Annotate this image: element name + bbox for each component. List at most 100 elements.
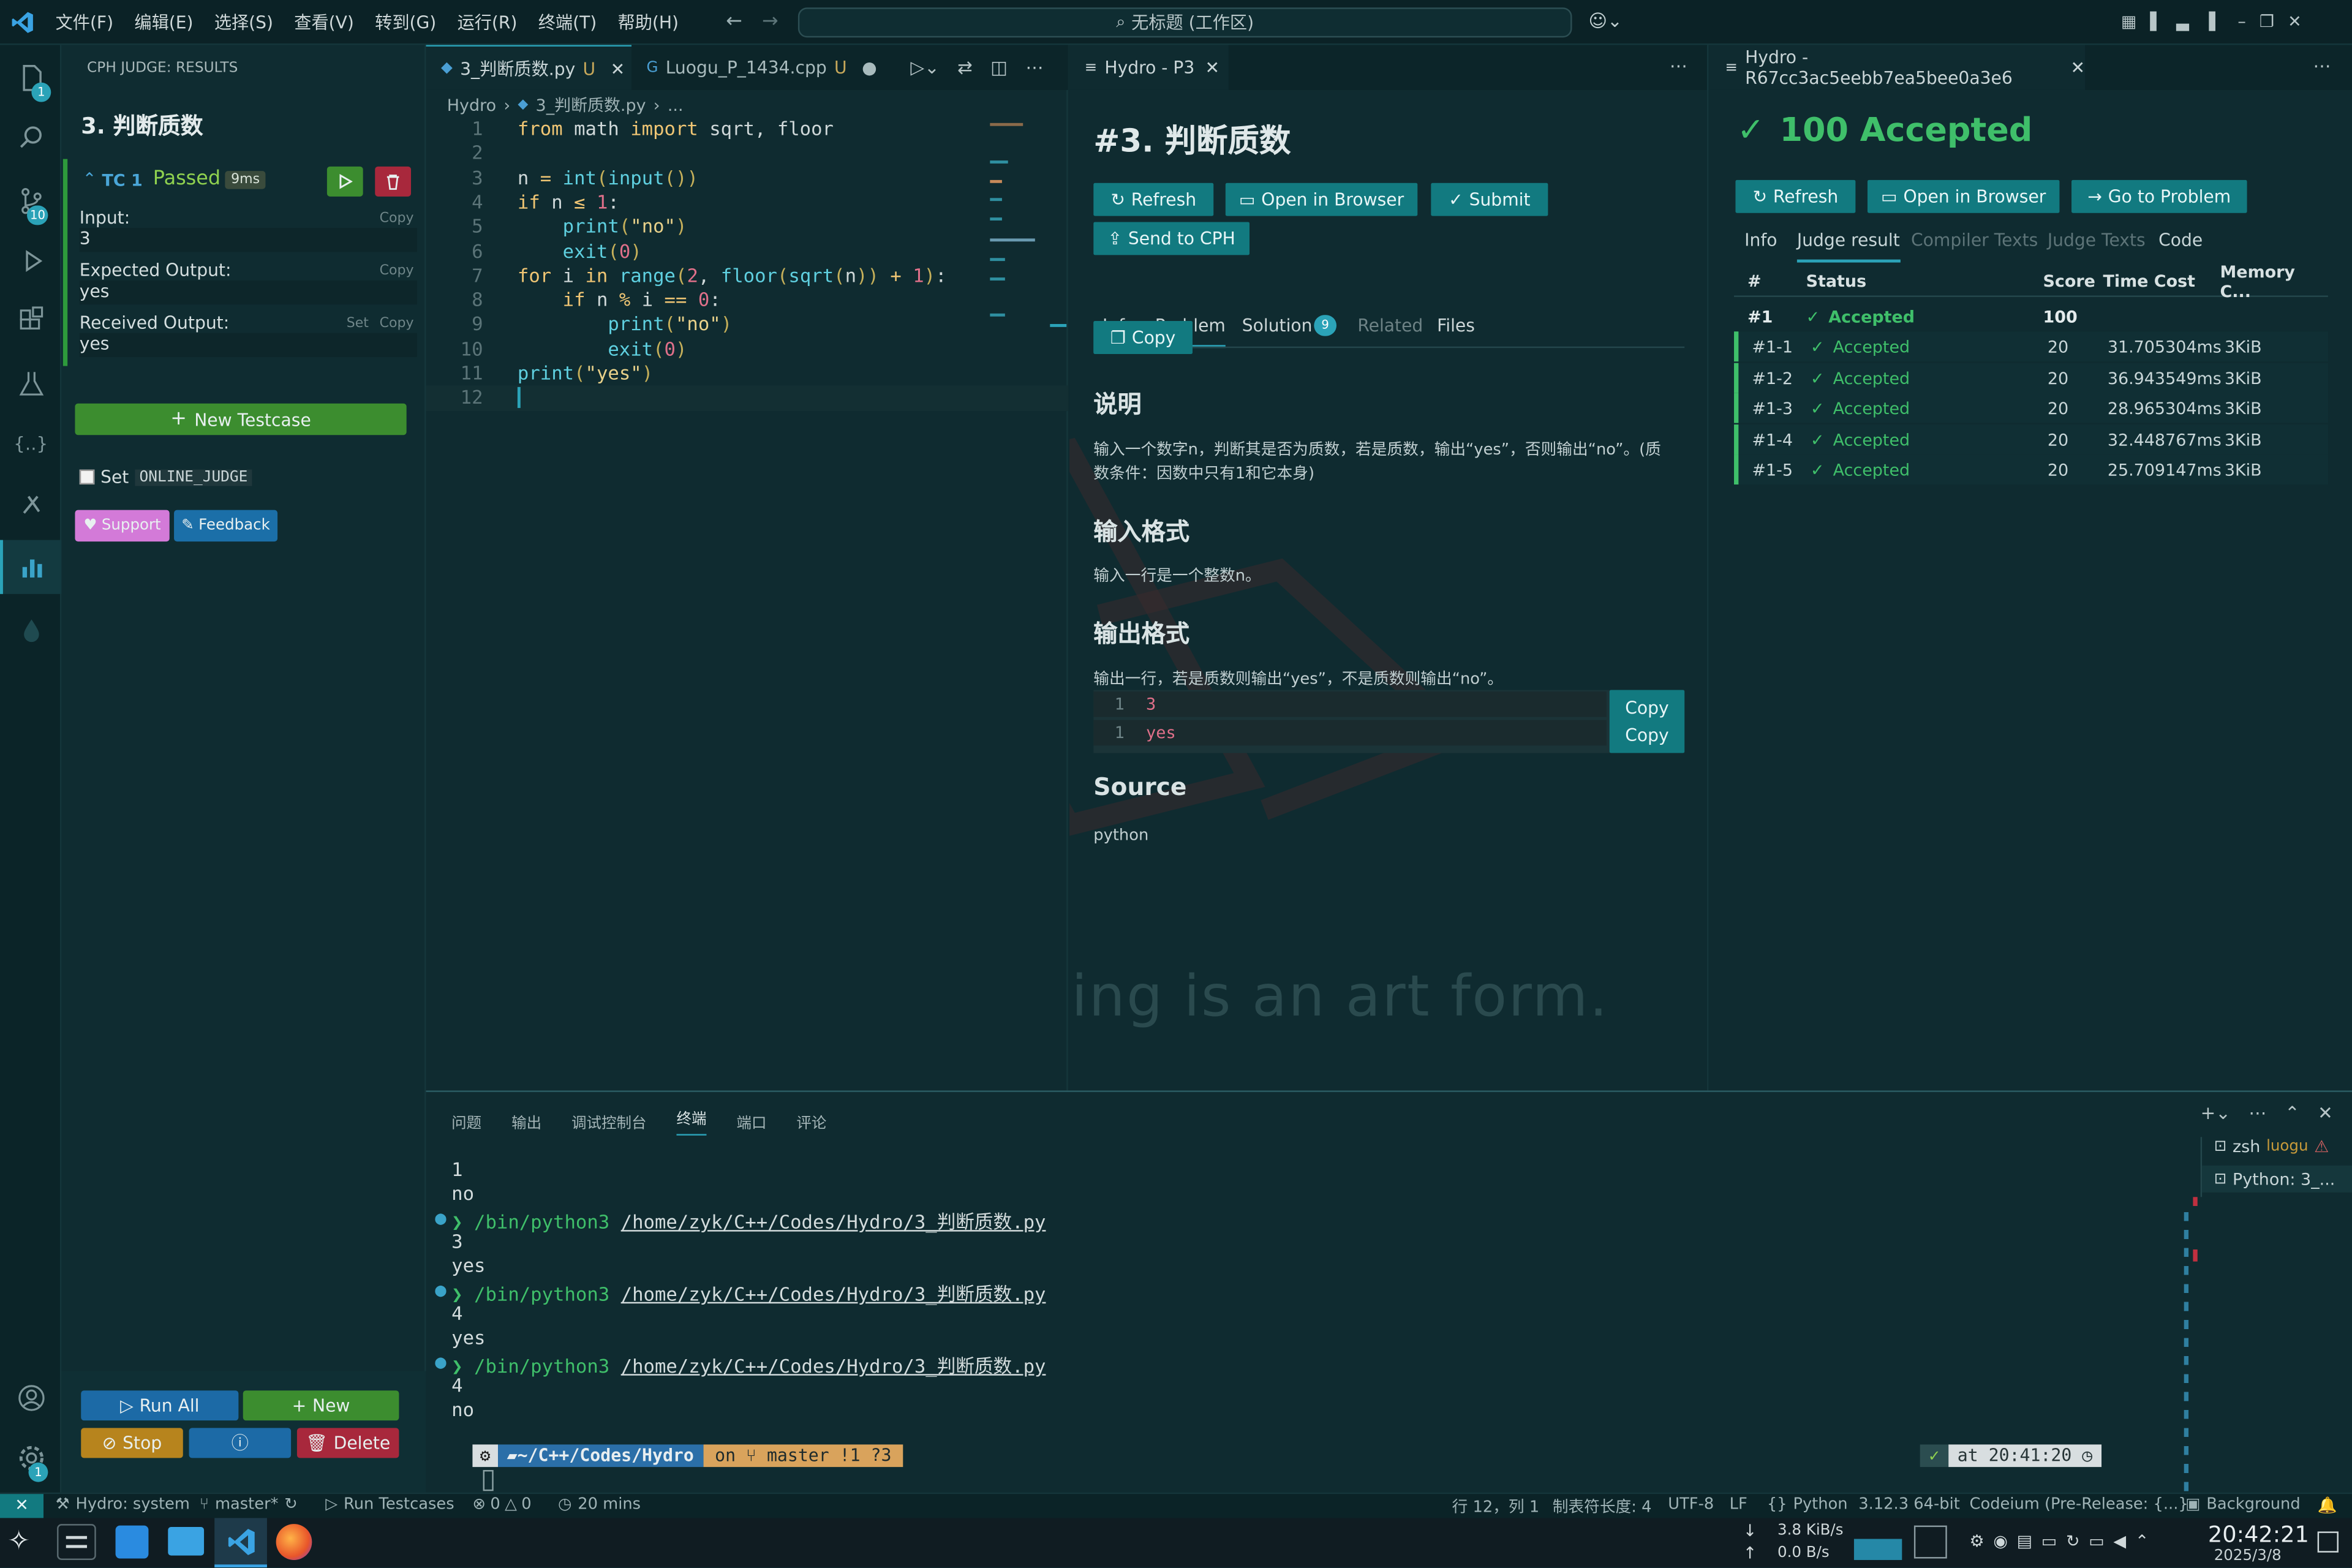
status-time[interactable]: ◷ 20 mins (558, 1496, 641, 1513)
tab-code[interactable]: Code (2158, 230, 2203, 251)
menu-run[interactable]: 运行(R) (458, 10, 518, 34)
run-debug-icon[interactable] (0, 234, 61, 288)
delete-testcase-button[interactable] (375, 166, 412, 197)
table-row[interactable]: #1-2 ✓ Accepted 20 36.943549ms 3KiB (1734, 363, 2328, 393)
go-to-problem-button[interactable]: → Go to Problem (2071, 179, 2247, 213)
collapse-chevron-icon[interactable]: ⌃ (83, 170, 97, 189)
tab-terminal[interactable]: 终端 (676, 1106, 707, 1136)
status-background[interactable]: ▣ Background (2185, 1496, 2301, 1513)
show-desktop-icon[interactable] (2317, 1531, 2339, 1553)
breadcrumb-file[interactable]: 3_判断质数.py (536, 93, 646, 117)
tab-hydro-record[interactable]: ≡ Hydro - R67cc3ac5eebb7ea5bee0a3e6 ✕ (1709, 45, 2086, 90)
vscode-taskbar-icon[interactable] (214, 1518, 267, 1568)
refresh-button[interactable]: ↻ Refresh (1093, 183, 1214, 216)
extensions-icon[interactable] (0, 294, 61, 348)
tab-solution[interactable]: Solution (1242, 315, 1313, 336)
tray-disk-icon[interactable]: ▭ (2041, 1531, 2057, 1551)
more-actions-icon[interactable]: ⋯ (2248, 1102, 2266, 1123)
breadcrumb-more[interactable]: ... (668, 96, 684, 115)
table-row[interactable]: #1-4 ✓ Accepted 20 32.448767ms 3KiB (1734, 424, 2328, 455)
status-eol[interactable]: LF (1730, 1496, 1747, 1513)
toggle-sidebar-icon[interactable]: ▌ (2150, 12, 2163, 32)
compare-icon[interactable]: ⇄ (957, 57, 973, 78)
tray-clipboard-icon[interactable]: ▤ (2017, 1531, 2032, 1551)
tab-problems[interactable]: 问题 (451, 1109, 481, 1132)
memory-monitor-icon[interactable] (1913, 1525, 1947, 1559)
submit-button[interactable]: ✓ Submit (1431, 183, 1548, 216)
minimap[interactable] (984, 123, 1035, 321)
copy-input-button[interactable]: Copy (380, 211, 414, 226)
tray-network-icon[interactable]: ▭ (2089, 1531, 2104, 1551)
store-icon[interactable] (115, 1525, 149, 1559)
notifications-icon[interactable]: 🔔 (2318, 1496, 2337, 1515)
tab-related[interactable]: Related (1357, 315, 1423, 336)
toggle-panel-icon[interactable]: ▃ (2176, 12, 2189, 32)
tab-3-py[interactable]: ◆ 3_判断质数.py U ✕ (426, 45, 632, 90)
run-testcase-button[interactable] (326, 166, 363, 197)
status-run-testcases[interactable]: ▷ Run Testcases (325, 1496, 454, 1513)
input-value[interactable]: 3 (79, 228, 417, 252)
tab-files[interactable]: Files (1437, 315, 1475, 336)
table-row[interactable]: #1-3 ✓ Accepted 20 28.965304ms 3KiB (1734, 393, 2328, 423)
app-launcher-icon[interactable]: ✧ (7, 1526, 30, 1557)
tab-judge-result[interactable]: Judge result (1796, 230, 1900, 263)
copilot-icon[interactable]: ☺⌄ (1588, 10, 1622, 31)
menu-go[interactable]: 转到(G) (375, 10, 436, 34)
search-sidebar-icon[interactable] (0, 111, 61, 165)
expected-value[interactable]: yes (79, 280, 417, 305)
more-actions-icon[interactable]: ⋯ (1670, 56, 1687, 77)
new-terminal-icon[interactable]: +⌄ (2201, 1102, 2231, 1123)
settings-gear-icon[interactable]: 1 (0, 1431, 61, 1485)
online-judge-toggle[interactable]: Set ONLINE_JUDGE (79, 467, 252, 488)
copy-expected-button[interactable]: Copy (380, 264, 414, 279)
table-row[interactable]: #1 ✓ Accepted 100 (1734, 301, 2328, 331)
command-center-search[interactable]: ⌕ 无标题 (工作区) (797, 7, 1572, 38)
status-codeium[interactable]: Codeium (Pre-Release: {...} (1970, 1496, 2188, 1513)
close-tab-icon[interactable]: ✕ (2070, 57, 2085, 78)
copy-sample-output-button[interactable]: Copy (1625, 725, 1668, 745)
send-to-cph-button[interactable]: ⇪ Send to CPH (1093, 222, 1250, 255)
tray-gear-icon[interactable]: ⚙ (1970, 1531, 1985, 1551)
back-arrow-icon[interactable]: ← (726, 10, 742, 33)
refresh-button[interactable]: ↻ Refresh (1735, 179, 1856, 213)
close-panel-icon[interactable]: ✕ (2318, 1102, 2333, 1123)
customize-layout-icon[interactable]: ▦ (2121, 12, 2136, 32)
tab-comments[interactable]: 评论 (796, 1109, 826, 1132)
tab-hydro-p3[interactable]: ≡ Hydro - P3 ✕ (1069, 45, 1229, 90)
status-tab-size[interactable]: 制表符长度: 4 (1553, 1496, 1652, 1518)
more-actions-icon[interactable]: ⋯ (2313, 56, 2331, 77)
braces-icon[interactable]: {..} (0, 417, 61, 471)
stop-button[interactable]: ⊘ Stop (81, 1428, 183, 1458)
support-button[interactable]: ♥ Support (75, 510, 170, 542)
tab-ports[interactable]: 端口 (736, 1109, 766, 1132)
code-area[interactable]: 1 from math import sqrt, floor 2 3 n = int… (426, 117, 1068, 492)
close-tab-icon[interactable]: ✕ (611, 58, 625, 78)
maximize-panel-icon[interactable]: ⌃ (2285, 1102, 2300, 1123)
menu-file[interactable]: 文件(F) (56, 10, 114, 34)
menu-edit[interactable]: 编辑(E) (134, 10, 193, 34)
source-control-icon[interactable]: 10 (0, 174, 61, 228)
forward-arrow-icon[interactable]: → (762, 10, 778, 33)
copy-problem-button[interactable]: ❐ Copy (1093, 321, 1193, 354)
open-in-browser-button[interactable]: ▭ Open in Browser (1225, 183, 1418, 216)
status-encoding[interactable]: UTF-8 (1668, 1496, 1714, 1513)
maximize-icon[interactable]: ❐ (2260, 12, 2274, 32)
terminal-scrollbar[interactable] (2181, 1137, 2198, 1498)
hydro-chart-icon[interactable] (0, 540, 62, 594)
remote-icon[interactable]: ✕ (0, 1494, 44, 1520)
status-hydro[interactable]: ⚒ Hydro: system (56, 1496, 190, 1513)
file-manager-icon[interactable] (168, 1527, 205, 1556)
toggle-secondary-sidebar-icon[interactable]: ▐ (2203, 12, 2215, 32)
terminal-item-zsh[interactable]: ⊡ zsh luogu ⚠ (2214, 1137, 2329, 1156)
open-in-browser-button[interactable]: ▭ Open in Browser (1867, 179, 2060, 213)
clock-time[interactable]: 20:42:21 (2208, 1521, 2309, 1548)
cpu-graph-icon[interactable] (1853, 1529, 1902, 1560)
tab-judge-texts[interactable]: Judge Texts (2048, 230, 2146, 251)
explorer-icon[interactable]: 1 (0, 51, 61, 105)
close-tab-icon[interactable]: ✕ (1205, 57, 1219, 78)
minimize-icon[interactable]: – (2237, 12, 2245, 32)
clock-date[interactable]: 2025/3/8 (2214, 1548, 2282, 1564)
menu-terminal[interactable]: 终端(T) (538, 10, 597, 34)
delete-button[interactable]: 🗑 Delete (296, 1428, 399, 1458)
tab-output[interactable]: 输出 (511, 1109, 541, 1132)
